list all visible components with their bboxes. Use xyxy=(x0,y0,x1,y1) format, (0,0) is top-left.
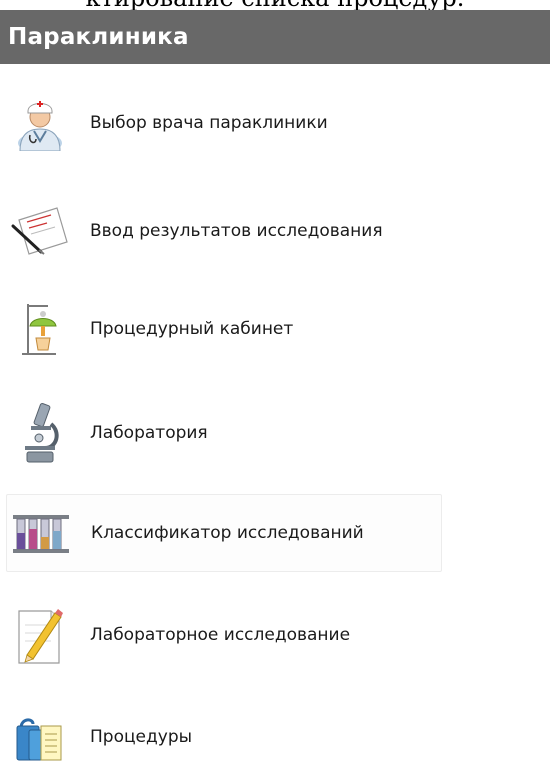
menu-item-label: Процедурный кабинет xyxy=(90,319,294,339)
panel-header: Параклиника xyxy=(0,10,550,64)
menu-item-research-classifier[interactable]: Классификатор исследований xyxy=(6,494,442,572)
menu-item-enter-results[interactable]: Ввод результатов исследования xyxy=(6,192,442,270)
menu-item-label: Классификатор исследований xyxy=(91,523,364,543)
microscope-icon xyxy=(10,403,70,463)
panel-title: Параклиника xyxy=(8,24,189,50)
menu-item-label: Лаборатория xyxy=(90,423,208,443)
menu-item-procedures[interactable]: Процедуры xyxy=(6,698,442,767)
doctor-icon xyxy=(10,93,70,153)
menu-item-laboratory[interactable]: Лаборатория xyxy=(6,394,442,472)
document-pen-icon xyxy=(10,201,70,261)
folders-icon xyxy=(10,707,70,767)
menu-item-doctor-selection[interactable]: Выбор врача параклиники xyxy=(6,84,442,162)
menu-item-label: Выбор врача параклиники xyxy=(90,113,328,133)
test-tubes-icon xyxy=(11,503,71,563)
menu-item-label: Ввод результатов исследования xyxy=(90,221,383,241)
page: ктирование списка процедур. Параклиника … xyxy=(0,0,550,767)
iv-drip-icon xyxy=(10,299,70,359)
menu-item-procedure-room[interactable]: Процедурный кабинет xyxy=(6,290,442,368)
menu-item-label: Процедуры xyxy=(90,727,193,747)
menu-item-label: Лабораторное исследование xyxy=(90,625,351,645)
menu-item-laboratory-research[interactable]: Лабораторное исследование xyxy=(6,596,442,674)
pencil-note-icon xyxy=(10,605,70,665)
